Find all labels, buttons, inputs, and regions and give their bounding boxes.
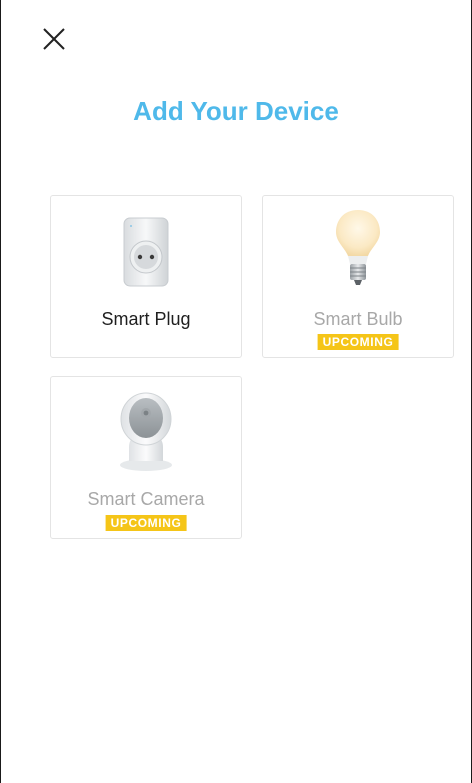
device-label: Smart Bulb: [313, 309, 403, 329]
add-device-screen: Add Your Device Smart Plug Smart Bulb UP…: [0, 0, 472, 783]
smart-plug-icon: [123, 217, 169, 287]
device-label: Smart Camera: [87, 489, 205, 509]
device-card-smart-plug[interactable]: Smart Plug: [50, 195, 242, 358]
device-card-smart-bulb[interactable]: Smart Bulb UPCOMING: [262, 195, 454, 358]
close-icon: [43, 28, 65, 50]
upcoming-badge: UPCOMING: [105, 515, 187, 531]
upcoming-badge: UPCOMING: [317, 334, 399, 350]
smart-camera-icon: [120, 392, 172, 471]
smart-bulb-icon: [336, 210, 380, 285]
device-card-smart-camera[interactable]: Smart Camera UPCOMING: [50, 376, 242, 539]
device-label: Smart Plug: [101, 309, 191, 329]
page-title: Add Your Device: [133, 96, 339, 126]
close-button[interactable]: [37, 22, 71, 56]
